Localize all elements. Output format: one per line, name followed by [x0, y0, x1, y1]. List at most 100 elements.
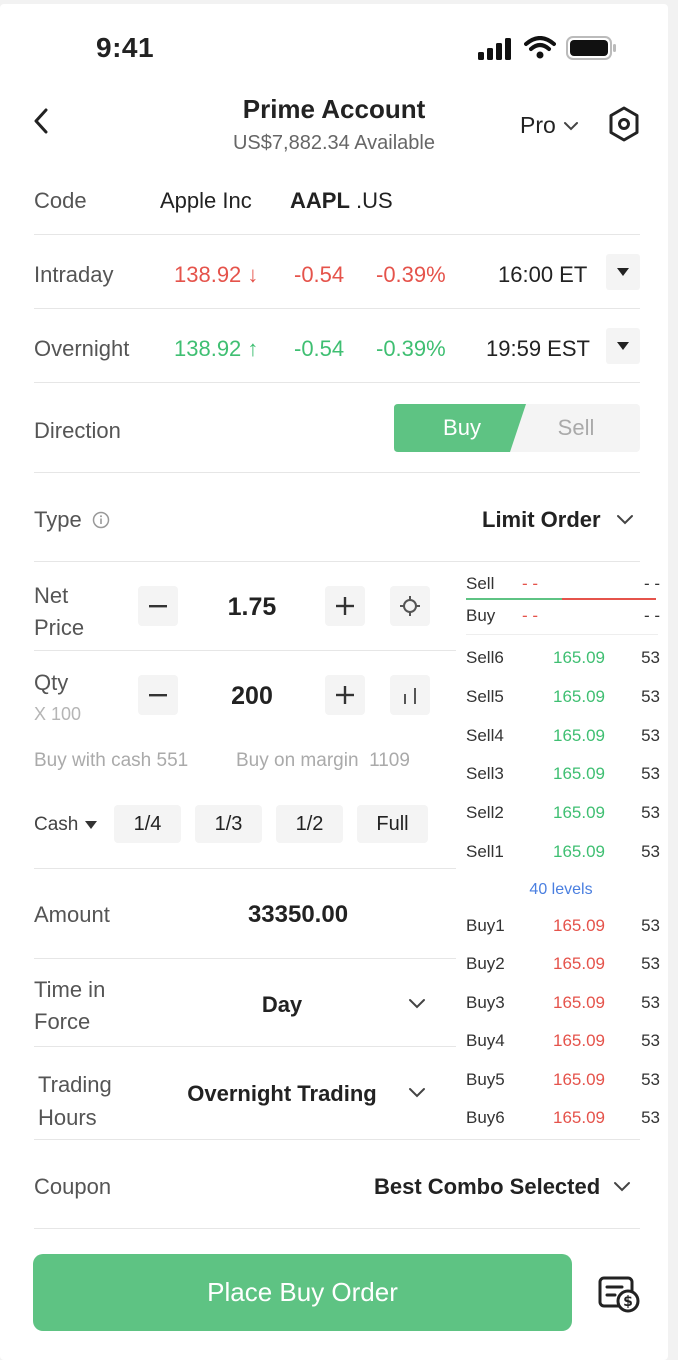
place-order-button[interactable]: Place Buy Order [33, 1254, 572, 1331]
sell-toggle[interactable]: Sell [518, 415, 634, 441]
ask-level-qty: 53 [641, 764, 660, 784]
ask-level-price: 165.09 [553, 686, 605, 706]
order-book-top-buy: Buy - - - - [466, 606, 660, 625]
ask-level-row[interactable]: Sell3 165.09 53 [466, 764, 660, 794]
down-arrow-icon: ↓ [247, 262, 259, 287]
trading-hours-value[interactable]: Overnight Trading [182, 1081, 382, 1107]
ask-level-price: 165.09 [553, 842, 605, 861]
ask-level-qty: 53 [641, 842, 660, 861]
bid-level-price: 165.09 [553, 992, 605, 1012]
chevron-down-icon[interactable] [407, 997, 427, 1009]
ask-level-row[interactable]: Sell1 165.09 53 [466, 842, 660, 872]
bid-level-row[interactable]: Buy2 165.09 53 [466, 954, 660, 984]
ratio-half-button[interactable]: 1/2 [276, 805, 343, 843]
minus-icon [149, 605, 167, 608]
chevron-down-icon [563, 121, 578, 130]
intraday-dropdown[interactable] [606, 254, 640, 290]
intraday-pct: -0.39% [376, 262, 446, 287]
plus-icon [336, 597, 354, 615]
bid-level-price: 165.09 [553, 916, 605, 935]
bid-level-label: Buy1 [466, 916, 505, 935]
net-price-value[interactable]: 1.75 [200, 593, 304, 622]
qty-increase-button[interactable] [325, 675, 365, 715]
ask-level-label: Sell1 [466, 842, 504, 861]
bid-level-qty: 53 [641, 992, 660, 1012]
bid-level-label: Buy2 [466, 954, 505, 974]
price-decrease-button[interactable] [138, 586, 178, 626]
ask-level-label: Sell5 [466, 686, 504, 706]
qty-decrease-button[interactable] [138, 675, 178, 715]
wifi-icon [524, 36, 556, 60]
intraday-price: 138.92 ↓ [174, 262, 259, 287]
coupon-label: Coupon [34, 1174, 112, 1199]
bid-level-row[interactable]: Buy1 165.09 53 [466, 916, 660, 946]
buy-with-cash: Buy with cash 551 [34, 750, 189, 771]
dropdown-caret-icon [617, 342, 629, 350]
ask-level-price: 165.09 [553, 725, 605, 745]
bid-level-label: Buy3 [466, 992, 505, 1012]
info-icon[interactable] [92, 511, 110, 529]
ask-level-row[interactable]: Sell4 165.09 53 [466, 726, 660, 756]
bid-level-row[interactable]: Buy6 165.09 53 [466, 1108, 660, 1138]
place-order-label: Place Buy Order [207, 1277, 398, 1307]
qty-max-button[interactable] [390, 675, 430, 715]
bid-level-price: 165.09 [553, 954, 605, 974]
overnight-pct: -0.39% [376, 336, 446, 361]
bars-icon [404, 688, 416, 704]
time-in-force-value[interactable]: Day [200, 992, 364, 1018]
ask-level-row[interactable]: Sell2 165.09 53 [466, 803, 660, 833]
ratio-quarter-button[interactable]: 1/4 [114, 805, 181, 843]
coupon-select[interactable]: Best Combo Selected [374, 1174, 632, 1200]
order-type-value: Limit Order [482, 507, 601, 532]
qty-value[interactable]: 200 [200, 682, 304, 711]
trading-hours-label: Trading Hours [38, 1072, 112, 1130]
ask-level-label: Sell3 [466, 764, 504, 784]
intraday-change: -0.54 [294, 262, 345, 287]
buy-toggle[interactable]: Buy [394, 415, 530, 441]
ask-level-label: Sell4 [466, 725, 504, 745]
chevron-down-icon[interactable] [407, 1086, 427, 1098]
qty-multiplier: X 100 [34, 704, 82, 724]
overnight-dropdown[interactable] [606, 328, 640, 364]
mode-selector[interactable]: Pro [520, 112, 580, 139]
order-type-select[interactable]: Limit Order [482, 507, 635, 533]
bid-level-label: Buy5 [466, 1069, 505, 1089]
bid-level-row[interactable]: Buy5 165.09 53 [466, 1070, 660, 1100]
signal-icon [478, 38, 514, 60]
intraday-label: Intraday [34, 262, 114, 287]
bid-level-qty: 53 [641, 954, 660, 974]
account-type-select[interactable]: Cash [34, 814, 98, 836]
plus-icon [336, 686, 354, 704]
ratio-third-button[interactable]: 1/3 [195, 805, 262, 843]
dropdown-caret-icon [85, 821, 98, 829]
ask-level-price: 165.09 [553, 803, 605, 823]
bid-level-row[interactable]: Buy3 165.09 53 [466, 993, 660, 1023]
ask-level-qty: 53 [641, 686, 660, 706]
ask-level-price: 165.09 [553, 764, 605, 784]
qty-label: Qty [34, 670, 69, 695]
ask-level-qty: 53 [641, 725, 660, 745]
overnight-change: -0.54 [294, 336, 345, 361]
ask-level-row[interactable]: Sell5 165.09 53 [466, 687, 660, 717]
overnight-price: 138.92 ↑ [174, 336, 259, 361]
levels-link[interactable]: 40 levels [466, 881, 656, 899]
bid-level-price: 165.09 [553, 1108, 605, 1127]
bid-level-qty: 53 [641, 1108, 660, 1127]
coupon-wallet-icon[interactable]: $ [598, 1274, 642, 1314]
overnight-label: Overnight [34, 336, 130, 361]
stock-market: .US [356, 188, 393, 213]
amount-value: 33350.00 [247, 901, 349, 928]
price-increase-button[interactable] [325, 586, 365, 626]
ratio-full-button[interactable]: Full [357, 805, 428, 843]
chevron-down-icon [614, 1182, 631, 1192]
stock-name: Apple Inc [160, 188, 252, 213]
ask-level-price: 165.09 [553, 648, 605, 667]
spread-bar [466, 598, 656, 600]
stock-ticker[interactable]: AAPL [290, 188, 350, 214]
price-locate-button[interactable] [390, 586, 430, 626]
ask-level-row[interactable]: Sell6 165.09 53 [466, 648, 660, 678]
battery-icon [566, 36, 618, 60]
settings-hexagon-icon[interactable] [608, 106, 640, 142]
bid-level-row[interactable]: Buy4 165.09 53 [466, 1031, 660, 1061]
bid-level-price: 165.09 [553, 1031, 605, 1051]
